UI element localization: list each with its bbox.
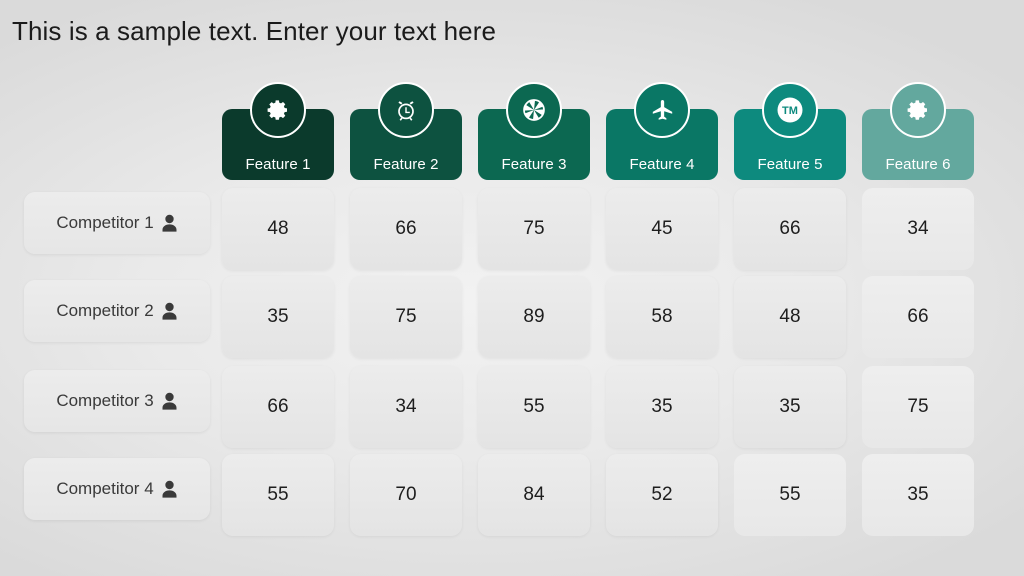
feature-column-header-6[interactable]: Feature 6 [862, 82, 974, 180]
cell-value: 66 [907, 306, 929, 327]
competitor-name: Competitor 2 [56, 301, 154, 320]
data-cell[interactable]: 35 [606, 366, 718, 448]
feature-label: Feature 4 [629, 156, 695, 173]
cell-value: 84 [523, 484, 545, 505]
data-cell[interactable]: 55 [478, 366, 590, 448]
data-cell[interactable]: 52 [606, 454, 718, 536]
competitor-label-1[interactable]: Competitor 1 [24, 192, 210, 254]
cell-value: 66 [267, 396, 289, 417]
cell-value: 52 [651, 484, 673, 505]
gear-icon [890, 82, 946, 138]
cell-value: 55 [523, 396, 545, 417]
aperture-icon [506, 82, 562, 138]
cell-value: 55 [267, 484, 289, 505]
competitor-name: Competitor 4 [56, 479, 154, 498]
data-cell[interactable]: 48 [734, 276, 846, 358]
comparison-matrix: Feature 1 Feature 2 Feature 3 Feature 4 TM Fe… [0, 82, 1024, 546]
cell-value: 45 [651, 218, 673, 239]
data-cell[interactable]: 35 [862, 454, 974, 536]
cell-value: 66 [779, 218, 801, 239]
cell-value: 35 [779, 396, 801, 417]
feature-label: Feature 3 [501, 156, 567, 173]
data-cell[interactable]: 75 [478, 188, 590, 270]
cell-value: 34 [395, 396, 417, 417]
person-icon [161, 302, 178, 321]
cell-value: 34 [907, 218, 929, 239]
feature-column-header-2[interactable]: Feature 2 [350, 82, 462, 180]
data-cell[interactable]: 55 [734, 454, 846, 536]
competitor-name: Competitor 3 [56, 391, 154, 410]
data-cell[interactable]: 48 [222, 188, 334, 270]
airplane-icon [634, 82, 690, 138]
feature-label: Feature 6 [885, 156, 951, 173]
data-cell[interactable]: 66 [862, 276, 974, 358]
data-cell[interactable]: 75 [350, 276, 462, 358]
feature-column-header-4[interactable]: Feature 4 [606, 82, 718, 180]
alarm-icon [378, 82, 434, 138]
cell-value: 58 [651, 306, 673, 327]
cell-value: 75 [395, 306, 417, 327]
cell-value: 89 [523, 306, 545, 327]
cell-value: 66 [395, 218, 417, 239]
feature-label: Feature 1 [245, 156, 311, 173]
cell-value: 35 [651, 396, 673, 417]
person-icon [161, 480, 178, 499]
cell-value: 35 [267, 306, 289, 327]
data-cell[interactable]: 70 [350, 454, 462, 536]
data-cell[interactable]: 35 [734, 366, 846, 448]
svg-text:TM: TM [782, 105, 798, 117]
competitor-name: Competitor 1 [56, 213, 154, 232]
trademark-icon: TM [762, 82, 818, 138]
data-cell[interactable]: 89 [478, 276, 590, 358]
data-cell[interactable]: 34 [350, 366, 462, 448]
feature-label: Feature 5 [757, 156, 823, 173]
cell-value: 55 [779, 484, 801, 505]
gear-icon [250, 82, 306, 138]
feature-header-row: Feature 1 Feature 2 Feature 3 Feature 4 TM Fe… [222, 82, 982, 180]
data-cell[interactable]: 55 [222, 454, 334, 536]
feature-column-header-5[interactable]: TM Feature 5 [734, 82, 846, 180]
data-cell[interactable]: 84 [478, 454, 590, 536]
data-cell[interactable]: 34 [862, 188, 974, 270]
data-cell[interactable]: 66 [734, 188, 846, 270]
cell-value: 75 [907, 396, 929, 417]
data-cell[interactable]: 45 [606, 188, 718, 270]
feature-column-header-1[interactable]: Feature 1 [222, 82, 334, 180]
feature-column-header-3[interactable]: Feature 3 [478, 82, 590, 180]
data-cell[interactable]: 66 [222, 366, 334, 448]
page-title: This is a sample text. Enter your text h… [12, 16, 497, 46]
slide-canvas: This is a sample text. Enter your text h… [0, 0, 1024, 576]
data-cell[interactable]: 58 [606, 276, 718, 358]
data-cell[interactable]: 66 [350, 188, 462, 270]
competitor-label-2[interactable]: Competitor 2 [24, 280, 210, 342]
data-cell[interactable]: 35 [222, 276, 334, 358]
competitor-label-3[interactable]: Competitor 3 [24, 370, 210, 432]
data-cell[interactable]: 75 [862, 366, 974, 448]
cell-value: 35 [907, 484, 929, 505]
person-icon [161, 214, 178, 233]
cell-value: 48 [779, 306, 801, 327]
person-icon [161, 392, 178, 411]
feature-label: Feature 2 [373, 156, 439, 173]
cell-value: 48 [267, 218, 289, 239]
competitor-label-4[interactable]: Competitor 4 [24, 458, 210, 520]
cell-value: 75 [523, 218, 545, 239]
cell-value: 70 [395, 484, 417, 505]
